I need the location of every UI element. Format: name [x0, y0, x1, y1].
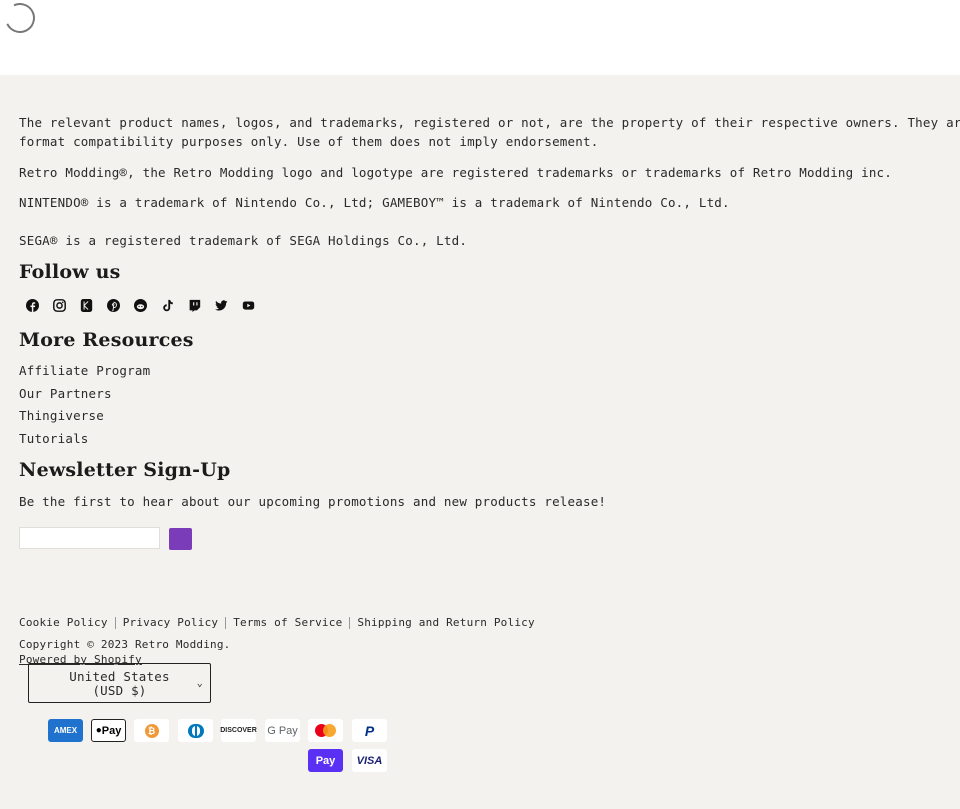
pinterest-link[interactable]	[100, 294, 127, 316]
reddit-icon	[134, 298, 147, 312]
resource-link-tutorials[interactable]: Tutorials	[19, 429, 89, 448]
reddit-link[interactable]	[127, 294, 154, 316]
newsletter-heading: Newsletter Sign-Up	[19, 459, 231, 481]
tiktok-link[interactable]	[154, 294, 181, 316]
page-header-area	[0, 0, 960, 75]
country-label: United States	[69, 669, 170, 684]
instagram-icon	[53, 298, 66, 312]
terms-of-service-link[interactable]: Terms of Service	[233, 616, 342, 629]
trademark-sega: SEGA® is a registered trademark of SEGA …	[19, 233, 468, 248]
pinterest-icon	[107, 298, 120, 312]
loading-spinner-icon	[0, 0, 40, 38]
separator	[225, 616, 227, 629]
twitch-icon	[189, 299, 201, 312]
twitch-link[interactable]	[181, 294, 208, 316]
disclaimer-line-1: The relevant product names, logos, and t…	[19, 115, 960, 130]
resource-link-thingiverse[interactable]: Thingiverse	[19, 406, 104, 425]
chevron-down-icon: ⌄	[196, 678, 203, 689]
amex-icon: AMEX	[48, 719, 83, 742]
kickstarter-link[interactable]	[73, 294, 100, 316]
discover-label: DISCOVER	[220, 727, 257, 734]
separator	[114, 616, 116, 629]
facebook-icon	[26, 298, 39, 312]
bitcoin-icon: ₿	[134, 719, 169, 742]
shop-pay-label: Pay	[315, 754, 336, 767]
tiktok-icon	[163, 299, 173, 311]
resource-link-our-partners[interactable]: Our Partners	[19, 384, 112, 403]
newsletter-email-input[interactable]	[19, 527, 160, 549]
more-resources-heading: More Resources	[19, 329, 194, 351]
cookie-policy-link[interactable]: Cookie Policy	[19, 616, 108, 629]
twitter-link[interactable]	[208, 294, 235, 316]
paypal-icon: P	[352, 719, 387, 742]
facebook-link[interactable]	[19, 294, 46, 316]
separator	[349, 616, 351, 629]
policy-links: Cookie Policy Privacy Policy Terms of Se…	[19, 616, 535, 629]
social-links	[19, 294, 262, 316]
youtube-icon	[242, 300, 255, 310]
disclaimer-line-2: format compatibility purposes only. Use …	[19, 134, 599, 149]
instagram-link[interactable]	[46, 294, 73, 316]
trademark-retro-modding: Retro Modding®, the Retro Modding logo a…	[19, 165, 892, 180]
resource-link-affiliate-program[interactable]: Affiliate Program	[19, 361, 150, 380]
privacy-policy-link[interactable]: Privacy Policy	[123, 616, 219, 629]
country-currency-selector[interactable]: United States (USD $) ⌄	[28, 663, 211, 703]
newsletter-description: Be the first to hear about our upcoming …	[19, 494, 607, 509]
kickstarter-icon	[80, 298, 93, 312]
twitter-icon	[215, 299, 228, 311]
shipping-return-policy-link[interactable]: Shipping and Return Policy	[357, 616, 534, 629]
mastercard-icon	[308, 719, 343, 742]
google-pay-icon: G Pay	[265, 719, 300, 742]
youtube-link[interactable]	[235, 294, 262, 316]
visa-icon: VISA	[352, 749, 387, 772]
currency-label: (USD $)	[92, 683, 147, 698]
newsletter-submit-button[interactable]	[169, 528, 192, 550]
apple-pay-label: Pay	[101, 724, 122, 737]
trademark-nintendo: NINTENDO® is a trademark of Nintendo Co.…	[19, 195, 730, 210]
apple-pay-icon: ● Pay	[91, 719, 126, 742]
shop-pay-icon: Pay	[308, 749, 343, 772]
diners-club-icon	[178, 719, 213, 742]
discover-icon: DISCOVER	[220, 719, 257, 742]
follow-us-heading: Follow us	[19, 261, 121, 283]
